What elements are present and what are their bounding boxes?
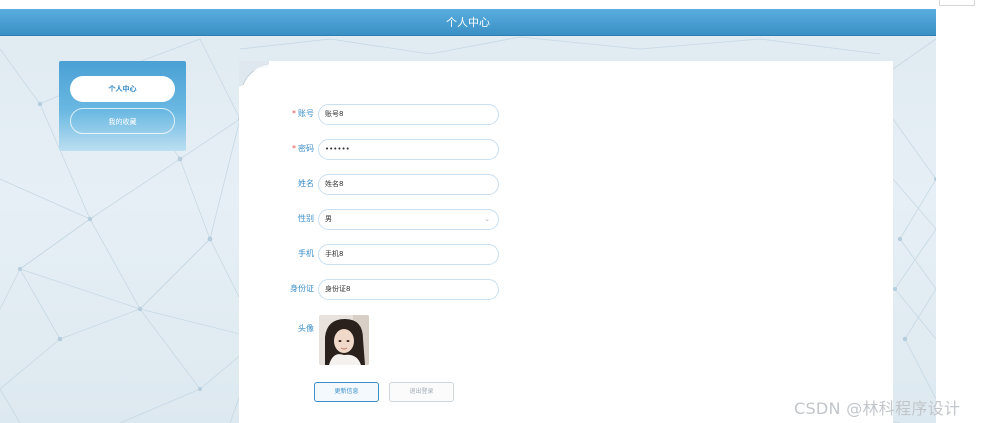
watermark-text: CSDN @林科程序设计 [794,399,961,418]
gender-select[interactable]: 男 ⌄ [318,209,499,230]
form-row-password: * 密码 •••••• [239,139,539,161]
required-mark: * [292,109,296,118]
account-label-text: 账号 [298,109,314,118]
form-row-account: * 账号 账号8 [239,104,539,126]
chevron-down-icon: ⌄ [484,215,490,223]
sidebar-item-favorites[interactable]: 我的收藏 [70,108,175,134]
password-label: * 密码 [292,139,314,159]
sidebar-menu: 个人中心 我的收藏 [59,61,186,151]
form-row-id-card: 身份证 身份证8 [239,279,539,301]
gender-select-value: 男 [325,215,332,223]
avatar-label: 头像 [298,324,314,333]
password-label-text: 密码 [298,144,314,153]
gender-label: 性别 [298,214,314,223]
password-input[interactable]: •••••• [318,139,499,160]
id-card-label: 身份证 [290,284,314,293]
logout-button[interactable]: 退出登录 [389,382,454,402]
page-header: 个人中心 [0,9,936,36]
avatar-photo [319,315,369,365]
account-label: * 账号 [292,104,314,124]
page-stage: 个人中心 个人中心 我的收藏 * 账号 账号8 * 密码 •••••• 姓名 姓名8… [0,9,936,423]
name-label: 姓名 [298,179,314,188]
name-input[interactable]: 姓名8 [318,174,499,195]
sidebar-item-profile[interactable]: 个人中心 [70,76,175,102]
id-card-input[interactable]: 身份证8 [318,279,499,300]
account-input[interactable]: 账号8 [318,104,499,125]
phone-label: 手机 [298,249,314,258]
form-row-name: 姓名 姓名8 [239,174,539,196]
form-row-avatar: 头像 [239,319,539,341]
required-mark: * [292,144,296,153]
form-row-gender: 性别 男 ⌄ [239,209,539,231]
phone-input[interactable]: 手机8 [318,244,499,265]
window-corner-box [939,0,975,6]
avatar-image[interactable] [319,315,369,365]
form-row-phone: 手机 手机8 [239,244,539,266]
profile-form-panel: * 账号 账号8 * 密码 •••••• 姓名 姓名8 性别 男 ⌄ 手机 手机8 … [239,61,893,423]
page-title: 个人中心 [446,16,490,29]
page-fold-corner [239,61,269,87]
update-info-button[interactable]: 更新信息 [314,382,379,402]
